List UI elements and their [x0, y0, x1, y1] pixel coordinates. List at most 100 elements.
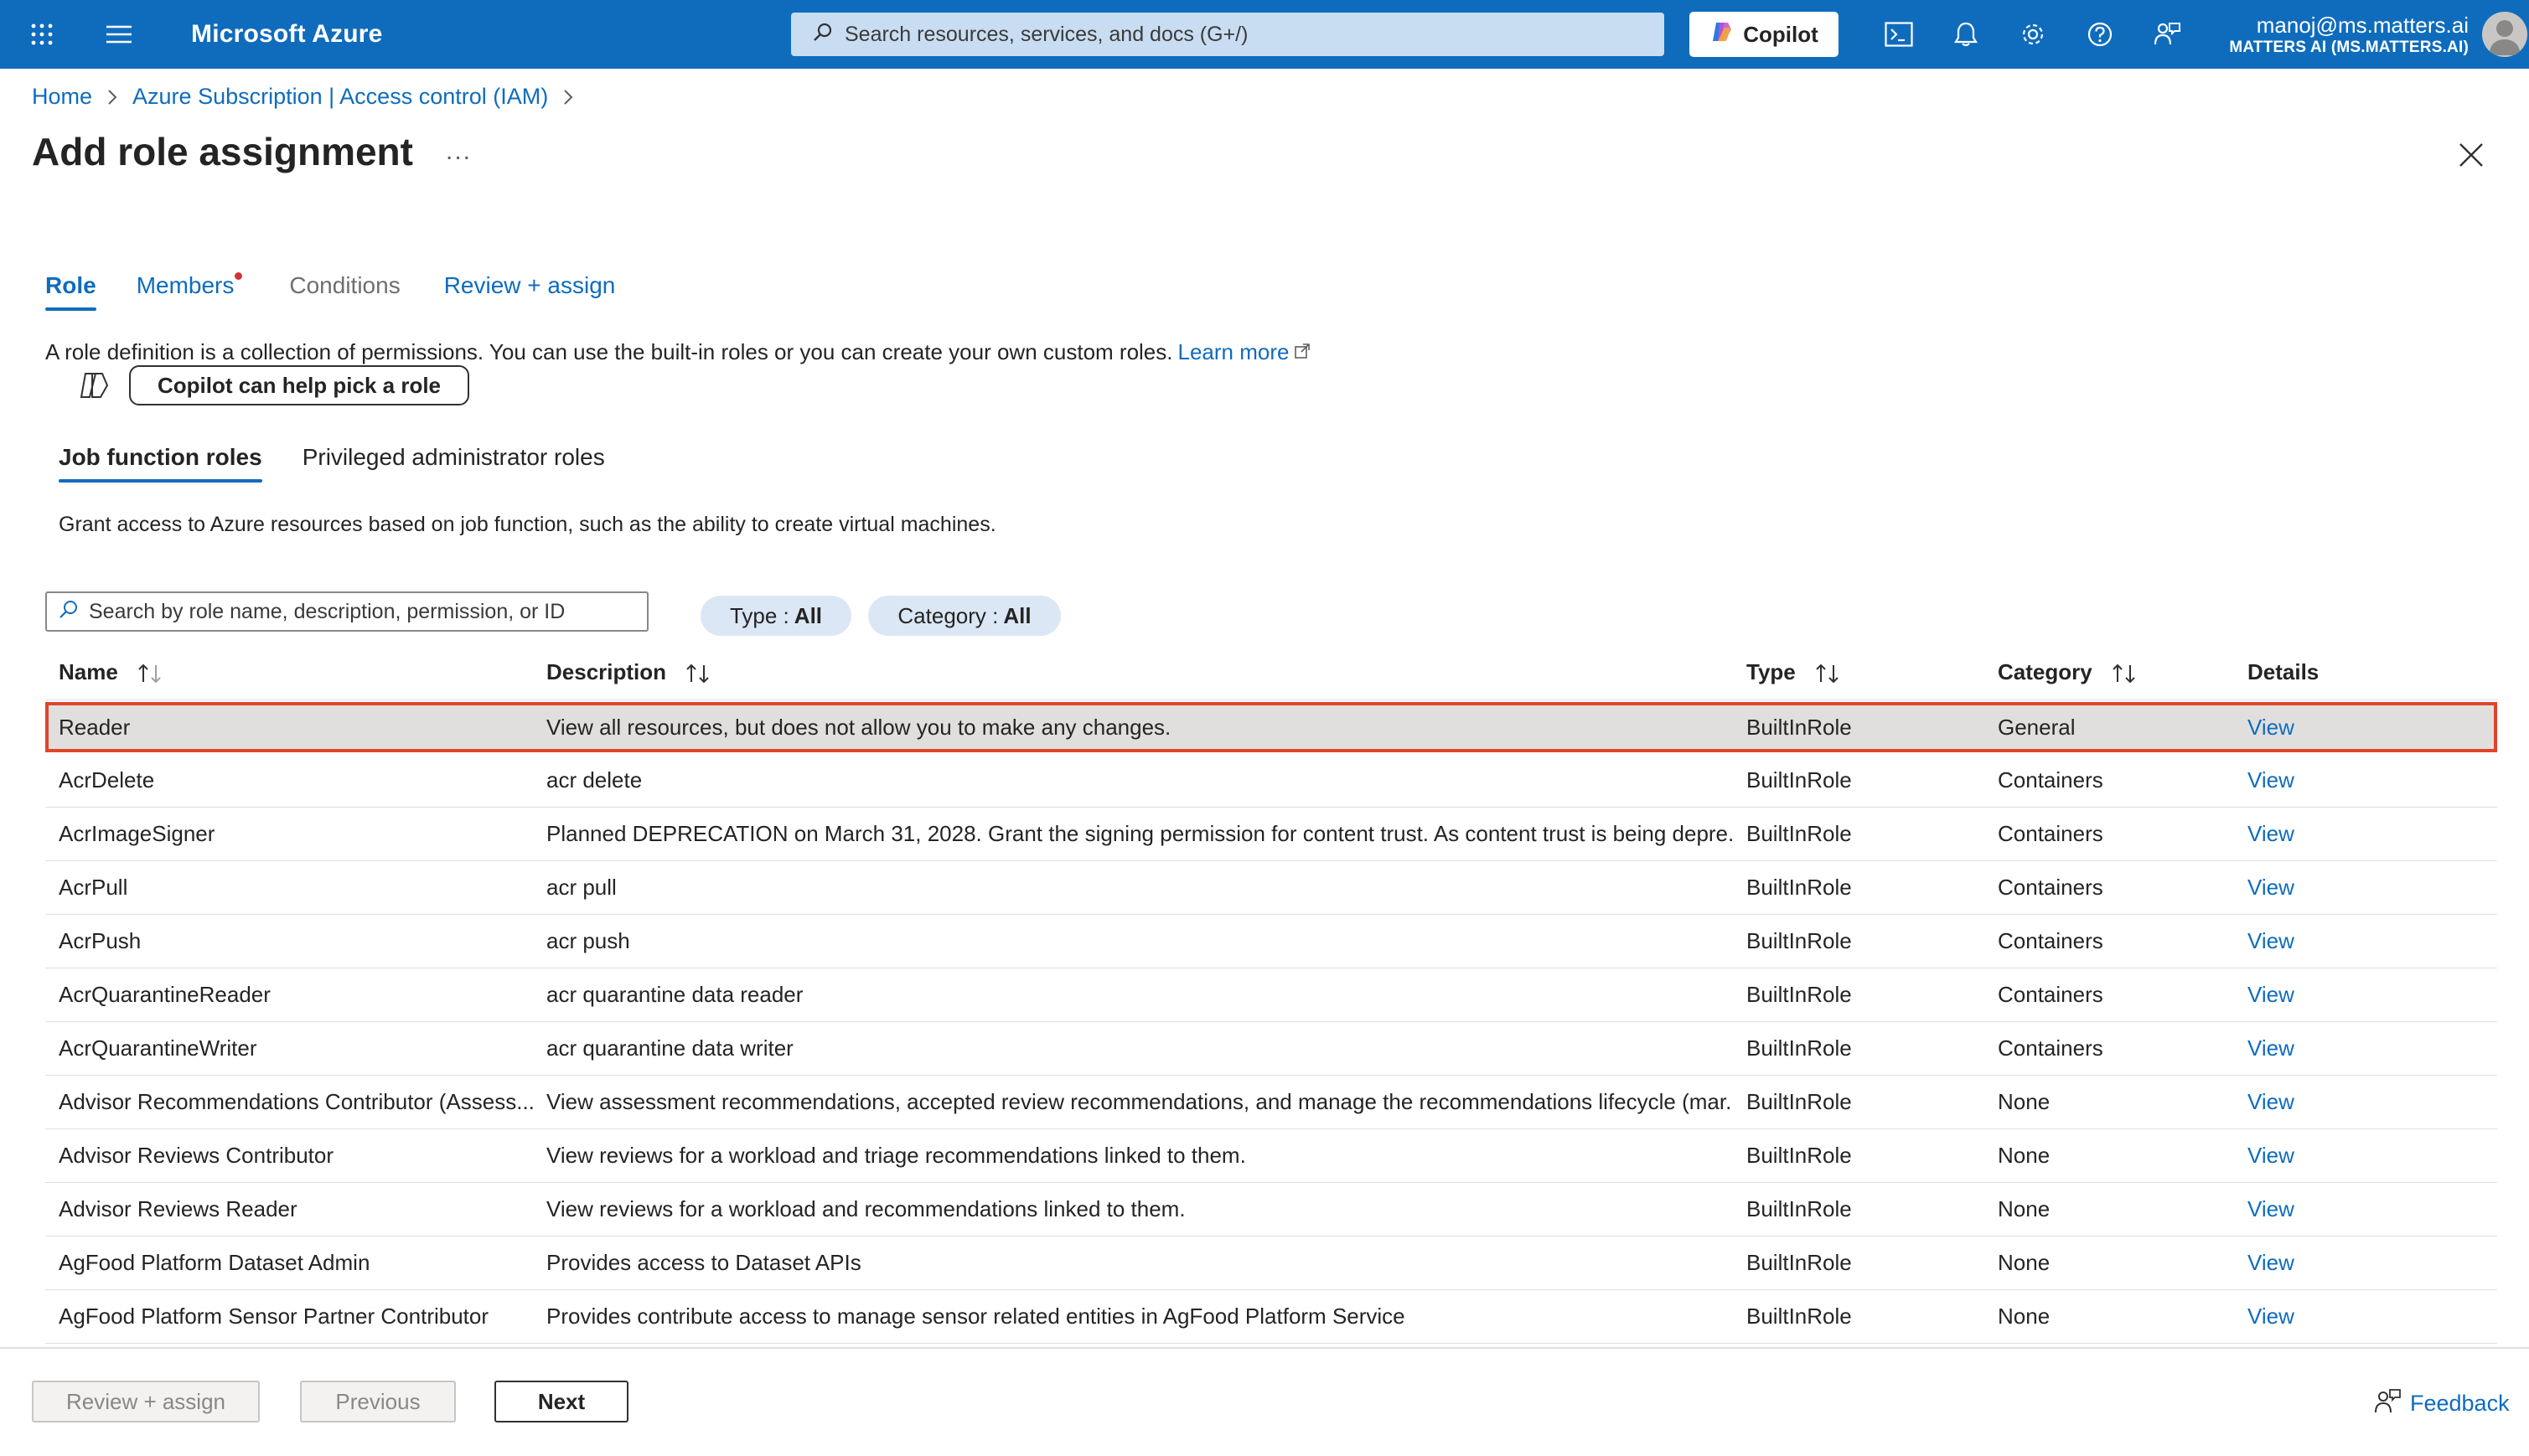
role-search-input[interactable]: Search by role name, description, permis…	[45, 591, 649, 632]
table-row[interactable]: AcrQuarantineReader acr quarantine data …	[45, 968, 2497, 1022]
breadcrumb-iam[interactable]: Azure Subscription | Access control (IAM…	[132, 84, 548, 110]
view-details-link[interactable]: View	[2247, 767, 2294, 793]
view-details-link[interactable]: View	[2247, 875, 2294, 900]
cell-type: BuiltInRole	[1746, 1250, 1852, 1275]
view-details-link[interactable]: View	[2247, 1196, 2294, 1221]
cell-type: BuiltInRole	[1746, 1089, 1852, 1114]
intro-text: A role definition is a collection of per…	[45, 339, 1173, 364]
cell-description: View all resources, but does not allow y…	[546, 714, 1171, 740]
bell-icon[interactable]	[1949, 18, 1983, 51]
learn-more-link[interactable]: Learn more	[1178, 339, 1311, 365]
tab-privileged-admin-roles[interactable]: Privileged administrator roles	[303, 444, 605, 483]
next-button[interactable]: Next	[494, 1381, 628, 1422]
copilot-help-pick-role-button[interactable]: Copilot can help pick a role	[129, 365, 469, 405]
tab-members-label: Members	[136, 272, 235, 298]
role-search-placeholder: Search by role name, description, permis…	[89, 599, 566, 623]
table-row[interactable]: Advisor Recommendations Contributor (Ass…	[45, 1076, 2497, 1129]
view-details-link[interactable]: View	[2247, 1250, 2294, 1275]
cell-type: BuiltInRole	[1746, 821, 1852, 846]
column-header-type[interactable]: Type	[1733, 659, 1984, 685]
cell-category: Containers	[1998, 821, 2103, 846]
table-row[interactable]: AcrImageSigner Planned DEPRECATION on Ma…	[45, 808, 2497, 861]
apps-grid-icon[interactable]	[25, 18, 59, 51]
cell-type: BuiltInRole	[1746, 1304, 1852, 1329]
cell-description: acr push	[546, 928, 630, 953]
table-row[interactable]: Advisor Reviews Reader View reviews for …	[45, 1183, 2497, 1237]
type-filter-pill[interactable]: Type : All	[701, 596, 851, 636]
tab-review-assign[interactable]: Review + assign	[444, 272, 616, 311]
sort-icon[interactable]	[684, 663, 714, 684]
feedback-link[interactable]: Feedback	[2373, 1387, 2510, 1420]
account-info[interactable]: manoj@ms.matters.ai MATTERS AI (MS.MATTE…	[2229, 10, 2469, 60]
search-icon	[813, 22, 833, 48]
avatar[interactable]	[2482, 12, 2527, 57]
cell-name: Advisor Reviews Contributor	[59, 1143, 334, 1168]
cell-name: AgFood Platform Dataset Admin	[59, 1250, 370, 1275]
external-link-icon	[1294, 339, 1311, 365]
view-details-link[interactable]: View	[2247, 821, 2294, 846]
cell-description: View reviews for a workload and triage r…	[546, 1143, 1246, 1168]
column-header-name[interactable]: Name	[45, 659, 533, 685]
table-row[interactable]: AcrQuarantineWriter acr quarantine data …	[45, 1022, 2497, 1076]
copilot-button[interactable]: Copilot	[1689, 12, 1839, 57]
cell-name: AgFood Platform Sensor Partner Contribut…	[59, 1304, 489, 1329]
table-row[interactable]: Advisor Reviews Contributor View reviews…	[45, 1129, 2497, 1183]
brand-title[interactable]: Microsoft Azure	[191, 0, 383, 69]
search-icon	[59, 599, 79, 625]
table-row[interactable]: AgFood Platform Sensor Partner Contribut…	[45, 1290, 2497, 1344]
global-search-input[interactable]: Search resources, services, and docs (G+…	[791, 13, 1664, 56]
sort-icon[interactable]	[1813, 663, 1844, 684]
cell-description: acr delete	[546, 767, 643, 793]
category-filter-value: All	[1003, 602, 1032, 628]
previous-button[interactable]: Previous	[300, 1381, 456, 1422]
cell-category: None	[1998, 1196, 2051, 1221]
copilot-outline-icon	[77, 370, 111, 400]
view-details-link[interactable]: View	[2247, 1035, 2294, 1061]
table-row[interactable]: AcrPush acr push BuiltInRole Containers …	[45, 915, 2497, 968]
column-header-description[interactable]: Description	[533, 659, 1733, 685]
table-row[interactable]: AcrPull acr pull BuiltInRole Containers …	[45, 861, 2497, 915]
view-details-link[interactable]: View	[2247, 1304, 2294, 1329]
view-details-link[interactable]: View	[2247, 1089, 2294, 1114]
more-options-icon[interactable]: ...	[446, 137, 472, 166]
view-details-link[interactable]: View	[2247, 982, 2294, 1007]
cell-name: AcrPush	[59, 928, 142, 953]
cell-category: General	[1998, 714, 2076, 740]
table-row[interactable]: AcrDelete acr delete BuiltInRole Contain…	[45, 754, 2497, 808]
view-details-link[interactable]: View	[2247, 1143, 2294, 1168]
user-organization: MATTERS AI (MS.MATTERS.AI)	[2229, 39, 2469, 56]
tab-job-function-roles[interactable]: Job function roles	[59, 444, 262, 483]
cell-type: BuiltInRole	[1746, 714, 1852, 740]
help-icon[interactable]	[2083, 18, 2117, 51]
cell-description: View assessment recommendations, accepte…	[546, 1089, 1733, 1114]
learn-more-label: Learn more	[1177, 339, 1290, 364]
role-definition-intro: A role definition is a collection of per…	[45, 339, 1311, 365]
type-filter-label: Type :	[729, 602, 789, 628]
table-row-selected[interactable]: Reader View all resources, but does not …	[45, 702, 2497, 752]
cell-name: AcrPull	[59, 875, 128, 900]
column-header-category[interactable]: Category	[1984, 659, 2234, 685]
feedback-label: Feedback	[2410, 1391, 2510, 1416]
tab-role[interactable]: Role	[45, 272, 96, 311]
feedback-person-icon[interactable]	[2150, 18, 2184, 51]
cell-type: BuiltInRole	[1746, 1035, 1852, 1061]
column-header-name-label: Name	[59, 659, 118, 684]
cell-category: Containers	[1998, 982, 2103, 1007]
view-details-link[interactable]: View	[2247, 715, 2294, 740]
gear-icon[interactable]	[2016, 18, 2050, 51]
cell-type: BuiltInRole	[1746, 1196, 1852, 1221]
sort-ascending-icon[interactable]	[136, 663, 166, 684]
close-icon[interactable]	[2457, 141, 2485, 169]
cloud-shell-icon[interactable]	[1882, 18, 1916, 51]
tab-members[interactable]: Members	[136, 272, 243, 311]
review-assign-button[interactable]: Review + assign	[32, 1381, 260, 1422]
tab-conditions[interactable]: Conditions	[289, 272, 400, 311]
sort-icon[interactable]	[2110, 663, 2140, 684]
cell-description: acr pull	[546, 875, 617, 900]
breadcrumb-home[interactable]: Home	[32, 84, 92, 110]
copilot-label: Copilot	[1743, 21, 1818, 47]
category-filter-pill[interactable]: Category : All	[868, 596, 1061, 636]
view-details-link[interactable]: View	[2247, 928, 2294, 953]
hamburger-menu-icon[interactable]	[102, 18, 136, 51]
table-row[interactable]: AgFood Platform Dataset Admin Provides a…	[45, 1237, 2497, 1290]
